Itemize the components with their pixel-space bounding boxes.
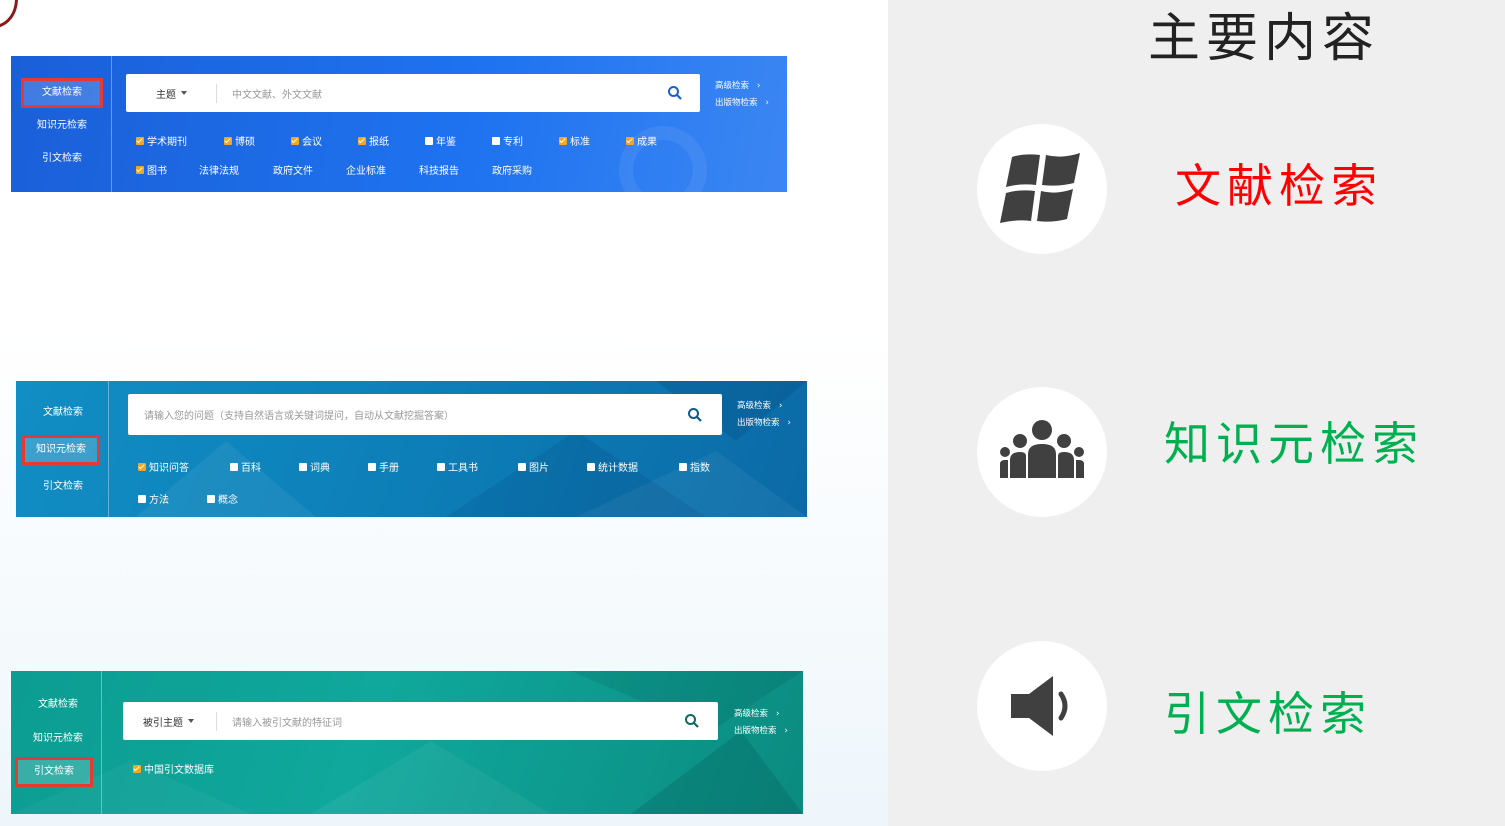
publication-search-link[interactable]: 出版物检索 › [734, 723, 788, 740]
nav-knowledge-search[interactable]: 知识元检索 [19, 726, 97, 752]
option-checkbox[interactable]: 中国引文数据库 [133, 761, 214, 776]
divider [216, 83, 217, 103]
publication-search-link[interactable]: 出版物检索 › [737, 415, 791, 432]
search-type-nav: 文献检索 知识元检索 引文检索 [11, 671, 102, 814]
option-checkbox[interactable]: 统计数据 [587, 459, 638, 474]
checkbox-icon [207, 494, 215, 503]
sidebar-item-literature: 文献检索 [1175, 159, 1383, 213]
scope-label: 主题 [156, 89, 176, 101]
checkbox-icon [679, 462, 687, 471]
checkbox-icon [230, 462, 238, 471]
option-checkbox[interactable]: 百科 [230, 459, 261, 474]
advanced-links: 高级检索 › 出版物检索 › [734, 706, 788, 740]
checkbox-icon [224, 136, 232, 145]
literature-search-panel: 文献检索 知识元检索 引文检索 主题 中文文献、外文文献 高级检索 › 出版物检索… [11, 56, 787, 192]
option-checkbox[interactable]: 指数 [679, 459, 710, 474]
corner-ring-decoration [0, 0, 18, 28]
checkbox-icon [136, 165, 144, 174]
advanced-links: 高级检索 › 出版物检索 › [737, 398, 791, 432]
nav-citation-search[interactable]: 引文检索 [23, 146, 101, 172]
scope-dropdown[interactable]: 被引主题 [143, 702, 194, 740]
option-checkbox[interactable]: 工具书 [437, 459, 478, 474]
checkbox-icon [425, 136, 433, 145]
search-icon[interactable] [667, 85, 683, 101]
option-checkbox[interactable]: 图书 [136, 162, 167, 177]
checkbox-icon [587, 462, 595, 471]
advanced-search-link[interactable]: 高级检索 › [734, 706, 788, 723]
option-checkbox[interactable]: 词典 [299, 459, 330, 474]
nav-literature-search[interactable]: 文献检索 [19, 692, 97, 718]
option-checkbox[interactable]: 概念 [207, 491, 238, 506]
option-link[interactable]: 企业标准 [346, 162, 386, 177]
option-checkbox[interactable]: 学术期刊 [136, 133, 187, 148]
checkbox-icon [299, 462, 307, 471]
option-checkbox[interactable]: 标准 [559, 133, 590, 148]
advanced-search-link[interactable]: 高级检索 › [737, 398, 791, 415]
checkbox-icon [518, 462, 526, 471]
speaker-icon-circle [977, 641, 1107, 771]
contents-title: 主要内容 [1148, 9, 1381, 69]
search-input[interactable]: 请输入您的问题（支持自然语言或关键词提问，自动从文献挖掘答案） [144, 394, 454, 435]
checkbox-icon [368, 462, 376, 471]
advanced-links: 高级检索 › 出版物检索 › [715, 78, 769, 112]
option-checkbox[interactable]: 会议 [291, 133, 322, 148]
search-bar: 被引主题 请输入被引文献的特征词 [123, 702, 718, 740]
option-checkbox[interactable]: 年鉴 [425, 133, 456, 148]
option-checkbox[interactable]: 方法 [138, 491, 169, 506]
search-type-nav: 文献检索 知识元检索 引文检索 [16, 381, 109, 517]
option-checkbox[interactable]: 博硕 [224, 133, 255, 148]
publication-search-link[interactable]: 出版物检索 › [715, 95, 769, 112]
search-bar: 主题 中文文献、外文文献 [126, 74, 700, 112]
option-link[interactable]: 科技报告 [419, 162, 459, 177]
divider [216, 711, 217, 731]
nav-literature-search[interactable]: 文献检索 [24, 400, 102, 426]
checkbox-icon [133, 764, 141, 773]
option-checkbox[interactable]: 专利 [492, 133, 523, 148]
checkbox-icon [138, 494, 146, 503]
chevron-down-icon [188, 719, 194, 723]
search-icon[interactable] [687, 407, 703, 423]
sidebar-item-knowledge: 知识元检索 [1164, 417, 1424, 471]
scope-dropdown[interactable]: 主题 [156, 74, 187, 112]
knowledge-search-panel: 文献检索 知识元检索 引文检索 请输入您的问题（支持自然语言或关键词提问，自动从… [16, 381, 807, 517]
nav-citation-search[interactable]: 引文检索 [24, 474, 102, 500]
search-bar: 请输入您的问题（支持自然语言或关键词提问，自动从文献挖掘答案） [128, 394, 722, 435]
scope-label: 被引主题 [143, 717, 183, 729]
search-input[interactable]: 请输入被引文献的特征词 [232, 702, 342, 740]
citation-search-panel: 文献检索 知识元检索 引文检索 被引主题 请输入被引文献的特征词 高级检索 › 出… [11, 671, 803, 814]
checkbox-icon [138, 462, 146, 471]
search-icon[interactable] [684, 713, 700, 729]
sidebar-item-citation: 引文检索 [1164, 687, 1372, 741]
option-checkbox[interactable]: 知识问答 [138, 459, 189, 474]
checkbox-icon [358, 136, 366, 145]
group-icon-circle [977, 387, 1107, 517]
search-type-nav: 文献检索 知识元检索 引文检索 [11, 56, 112, 192]
nav-knowledge-search[interactable]: 知识元检索 [23, 113, 101, 139]
speaker-icon [1011, 676, 1068, 736]
background-decoration [11, 671, 803, 814]
option-link[interactable]: 政府采购 [492, 162, 532, 177]
checkbox-icon [492, 136, 500, 145]
advanced-search-link[interactable]: 高级检索 › [715, 78, 769, 95]
nav-knowledge-search[interactable]: 知识元检索 [22, 435, 100, 465]
checkbox-icon [559, 136, 567, 145]
option-checkbox[interactable]: 图片 [518, 459, 549, 474]
checkbox-icon [291, 136, 299, 145]
option-link[interactable]: 政府文件 [273, 162, 313, 177]
option-checkbox[interactable]: 报纸 [358, 133, 389, 148]
checkbox-icon [136, 136, 144, 145]
option-checkbox[interactable]: 手册 [368, 459, 399, 474]
option-link[interactable]: 法律法规 [199, 162, 239, 177]
checkbox-icon [626, 136, 634, 145]
group-icon [1000, 420, 1084, 478]
search-input[interactable]: 中文文献、外文文献 [232, 74, 322, 112]
windows-icon [1000, 153, 1080, 223]
checkbox-icon [437, 462, 445, 471]
nav-citation-search[interactable]: 引文检索 [15, 757, 93, 787]
windows-icon-circle [977, 124, 1107, 254]
chevron-down-icon [181, 91, 187, 95]
nav-literature-search[interactable]: 文献检索 [21, 78, 103, 108]
option-checkbox[interactable]: 成果 [626, 133, 657, 148]
